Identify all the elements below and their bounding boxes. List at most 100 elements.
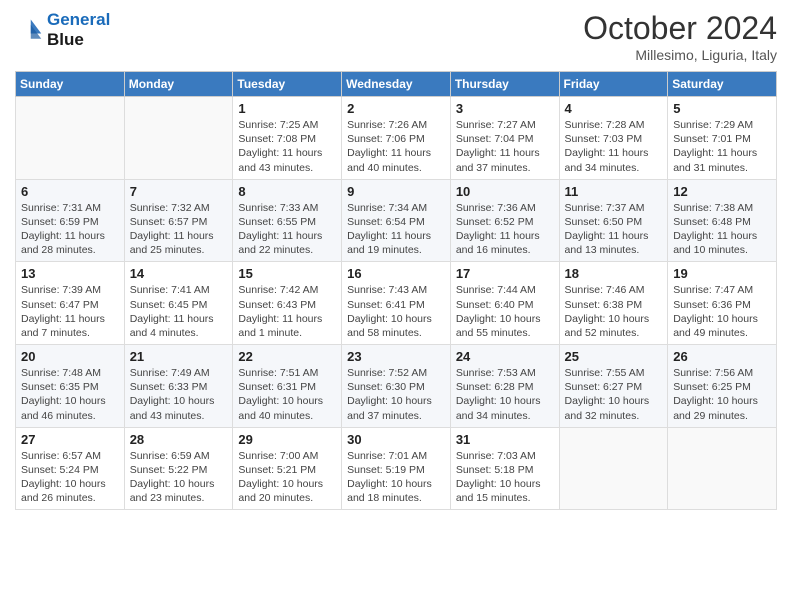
day-info: Sunrise: 7:49 AMSunset: 6:33 PMDaylight:… [130,366,228,423]
col-sunday: Sunday [16,72,125,97]
calendar-cell: 7Sunrise: 7:32 AMSunset: 6:57 PMDaylight… [124,179,233,262]
calendar-cell: 1 Sunrise: 7:25 AMSunset: 7:08 PMDaylight… [233,97,342,180]
col-tuesday: Tuesday [233,72,342,97]
calendar-cell: 29Sunrise: 7:00 AMSunset: 5:21 PMDayligh… [233,427,342,510]
day-info: Sunrise: 7:00 AMSunset: 5:21 PMDaylight:… [238,449,336,506]
calendar-cell: 13 Sunrise: 7:39 AMSunset: 6:47 PMDayligh… [16,262,125,345]
day-info: Sunrise: 7:47 AMSunset: 6:36 PMDaylight:… [673,283,771,340]
day-info: Sunrise: 7:38 AMSunset: 6:48 PMDaylight:… [673,201,771,258]
day-info: Sunrise: 7:42 AMSunset: 6:43 PMDaylight:… [238,283,336,340]
calendar-cell: 22Sunrise: 7:51 AMSunset: 6:31 PMDayligh… [233,345,342,428]
day-number: 26 [673,349,771,364]
day-number: 12 [673,184,771,199]
day-number: 28 [130,432,228,447]
day-number: 17 [456,266,554,281]
logo: General Blue [15,10,110,51]
calendar-week-2: 13 Sunrise: 7:39 AMSunset: 6:47 PMDayligh… [16,262,777,345]
day-info: Sunrise: 7:25 AMSunset: 7:08 PMDaylight:… [238,118,336,175]
calendar-cell: 15 Sunrise: 7:42 AMSunset: 6:43 PMDayligh… [233,262,342,345]
day-number: 21 [130,349,228,364]
day-info: Sunrise: 7:44 AMSunset: 6:40 PMDaylight:… [456,283,554,340]
day-info: Sunrise: 7:36 AMSunset: 6:52 PMDaylight:… [456,201,554,258]
calendar-cell [124,97,233,180]
calendar-week-3: 20Sunrise: 7:48 AMSunset: 6:35 PMDayligh… [16,345,777,428]
col-saturday: Saturday [668,72,777,97]
calendar-cell: 20Sunrise: 7:48 AMSunset: 6:35 PMDayligh… [16,345,125,428]
calendar-cell: 30 Sunrise: 7:01 AMSunset: 5:19 PMDayligh… [342,427,451,510]
calendar-week-1: 6 Sunrise: 7:31 AMSunset: 6:59 PMDaylight… [16,179,777,262]
calendar-cell: 6 Sunrise: 7:31 AMSunset: 6:59 PMDaylight… [16,179,125,262]
day-info: Sunrise: 7:48 AMSunset: 6:35 PMDaylight:… [21,366,119,423]
location: Millesimo, Liguria, Italy [583,47,777,63]
calendar-cell: 3 Sunrise: 7:27 AMSunset: 7:04 PMDaylight… [450,97,559,180]
day-info: Sunrise: 7:03 AMSunset: 5:18 PMDaylight:… [456,449,554,506]
day-number: 11 [565,184,663,199]
day-info: Sunrise: 7:56 AMSunset: 6:25 PMDaylight:… [673,366,771,423]
day-number: 25 [565,349,663,364]
col-friday: Friday [559,72,668,97]
day-number: 23 [347,349,445,364]
calendar-week-0: 1 Sunrise: 7:25 AMSunset: 7:08 PMDaylight… [16,97,777,180]
day-info: Sunrise: 7:27 AMSunset: 7:04 PMDaylight:… [456,118,554,175]
calendar-cell: 5Sunrise: 7:29 AMSunset: 7:01 PMDaylight… [668,97,777,180]
calendar-cell: 10 Sunrise: 7:36 AMSunset: 6:52 PMDayligh… [450,179,559,262]
logo-icon [15,16,43,44]
day-info: Sunrise: 7:33 AMSunset: 6:55 PMDaylight:… [238,201,336,258]
calendar-cell: 23 Sunrise: 7:52 AMSunset: 6:30 PMDayligh… [342,345,451,428]
day-info: Sunrise: 7:01 AMSunset: 5:19 PMDaylight:… [347,449,445,506]
day-number: 13 [21,266,119,281]
day-info: Sunrise: 7:26 AMSunset: 7:06 PMDaylight:… [347,118,445,175]
calendar-cell: 26 Sunrise: 7:56 AMSunset: 6:25 PMDayligh… [668,345,777,428]
calendar-table: Sunday Monday Tuesday Wednesday Thursday… [15,71,777,510]
day-info: Sunrise: 7:31 AMSunset: 6:59 PMDaylight:… [21,201,119,258]
calendar-cell: 18Sunrise: 7:46 AMSunset: 6:38 PMDayligh… [559,262,668,345]
day-number: 31 [456,432,554,447]
day-number: 4 [565,101,663,116]
header: General Blue October 2024 Millesimo, Lig… [15,10,777,63]
calendar-cell [16,97,125,180]
calendar-cell: 9Sunrise: 7:34 AMSunset: 6:54 PMDaylight… [342,179,451,262]
day-info: Sunrise: 7:52 AMSunset: 6:30 PMDaylight:… [347,366,445,423]
day-info: Sunrise: 7:55 AMSunset: 6:27 PMDaylight:… [565,366,663,423]
col-thursday: Thursday [450,72,559,97]
calendar-header-row: Sunday Monday Tuesday Wednesday Thursday… [16,72,777,97]
day-info: Sunrise: 7:28 AMSunset: 7:03 PMDaylight:… [565,118,663,175]
calendar-cell: 14Sunrise: 7:41 AMSunset: 6:45 PMDayligh… [124,262,233,345]
title-block: October 2024 Millesimo, Liguria, Italy [583,10,777,63]
day-info: Sunrise: 7:53 AMSunset: 6:28 PMDaylight:… [456,366,554,423]
month-title: October 2024 [583,10,777,47]
calendar-cell [668,427,777,510]
calendar-cell: 11Sunrise: 7:37 AMSunset: 6:50 PMDayligh… [559,179,668,262]
day-number: 2 [347,101,445,116]
day-info: Sunrise: 7:43 AMSunset: 6:41 PMDaylight:… [347,283,445,340]
calendar-cell: 4 Sunrise: 7:28 AMSunset: 7:03 PMDaylight… [559,97,668,180]
day-number: 18 [565,266,663,281]
calendar-cell [559,427,668,510]
col-monday: Monday [124,72,233,97]
day-number: 1 [238,101,336,116]
calendar-cell: 25 Sunrise: 7:55 AMSunset: 6:27 PMDayligh… [559,345,668,428]
day-info: Sunrise: 7:34 AMSunset: 6:54 PMDaylight:… [347,201,445,258]
day-number: 30 [347,432,445,447]
calendar-cell: 28Sunrise: 6:59 AMSunset: 5:22 PMDayligh… [124,427,233,510]
day-number: 8 [238,184,336,199]
day-number: 3 [456,101,554,116]
day-info: Sunrise: 7:39 AMSunset: 6:47 PMDaylight:… [21,283,119,340]
day-number: 6 [21,184,119,199]
day-info: Sunrise: 7:41 AMSunset: 6:45 PMDaylight:… [130,283,228,340]
calendar-week-4: 27Sunrise: 6:57 AMSunset: 5:24 PMDayligh… [16,427,777,510]
calendar-cell: 21 Sunrise: 7:49 AMSunset: 6:33 PMDayligh… [124,345,233,428]
day-number: 15 [238,266,336,281]
col-wednesday: Wednesday [342,72,451,97]
day-info: Sunrise: 7:51 AMSunset: 6:31 PMDaylight:… [238,366,336,423]
day-number: 24 [456,349,554,364]
calendar-cell: 31 Sunrise: 7:03 AMSunset: 5:18 PMDayligh… [450,427,559,510]
day-number: 19 [673,266,771,281]
calendar-cell: 2 Sunrise: 7:26 AMSunset: 7:06 PMDaylight… [342,97,451,180]
calendar-cell: 8 Sunrise: 7:33 AMSunset: 6:55 PMDaylight… [233,179,342,262]
day-info: Sunrise: 6:57 AMSunset: 5:24 PMDaylight:… [21,449,119,506]
calendar-cell: 12 Sunrise: 7:38 AMSunset: 6:48 PMDayligh… [668,179,777,262]
calendar-cell: 27Sunrise: 6:57 AMSunset: 5:24 PMDayligh… [16,427,125,510]
day-number: 10 [456,184,554,199]
calendar-cell: 17 Sunrise: 7:44 AMSunset: 6:40 PMDayligh… [450,262,559,345]
